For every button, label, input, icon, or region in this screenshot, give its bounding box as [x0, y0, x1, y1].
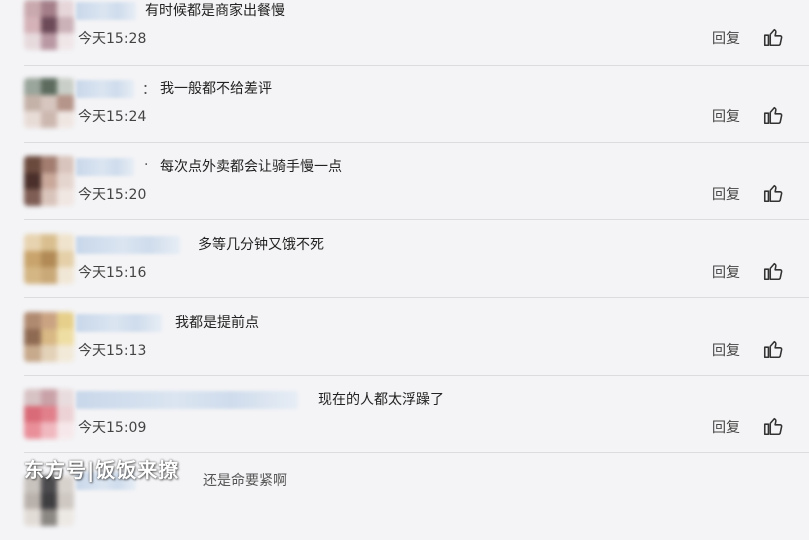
avatar[interactable]: [24, 234, 74, 284]
comment-time: 今天15:20: [78, 187, 147, 203]
comment-text: 现在的人都太浮躁了: [318, 392, 444, 408]
comment-text: 有时候都是商家出餐慢: [145, 3, 285, 19]
username[interactable]: [76, 391, 298, 409]
reply-button[interactable]: 回复: [712, 28, 740, 48]
username[interactable]: [76, 314, 162, 332]
thumbs-up-icon[interactable]: [762, 338, 784, 360]
divider: [24, 142, 809, 143]
divider: [24, 375, 809, 376]
comment-item: 多等几分钟又饿不死 今天15:16 回复: [0, 226, 809, 304]
comment-text: 每次点外卖都会让骑手慢一点: [160, 159, 342, 175]
thumbs-up-icon[interactable]: [762, 182, 784, 204]
divider: [24, 297, 809, 298]
thumbs-up-icon[interactable]: [762, 104, 784, 126]
avatar[interactable]: [24, 312, 74, 362]
username[interactable]: [76, 2, 136, 20]
reply-button[interactable]: 回复: [712, 184, 740, 204]
avatar[interactable]: [24, 0, 74, 50]
avatar[interactable]: [24, 78, 74, 128]
comment-time: 今天15:24: [78, 109, 147, 125]
thumbs-up-icon[interactable]: [762, 415, 784, 437]
comment-time: 今天15:16: [78, 265, 147, 281]
comment-item: 有时候都是商家出餐慢 今天15:28 回复: [0, 0, 809, 70]
thumbs-up-icon[interactable]: [762, 260, 784, 282]
comment-text: 我都是提前点: [175, 315, 259, 331]
comment-item: ： 我一般都不给差评 今天15:24 回复: [0, 70, 809, 148]
comment-time: 今天15:13: [78, 343, 147, 359]
reply-button[interactable]: 回复: [712, 262, 740, 282]
divider: [24, 65, 809, 66]
comment-time: 今天15:09: [78, 420, 147, 436]
divider: [24, 219, 809, 220]
username[interactable]: [76, 236, 180, 254]
comment-item: · 每次点外卖都会让骑手慢一点 今天15:20 回复: [0, 148, 809, 226]
reply-button[interactable]: 回复: [712, 106, 740, 126]
separator: ·: [144, 157, 149, 173]
avatar[interactable]: [24, 156, 74, 206]
thumbs-up-icon[interactable]: [762, 26, 784, 48]
divider: [24, 452, 809, 453]
comment-text: 我一般都不给差评: [160, 81, 272, 97]
reply-button[interactable]: 回复: [712, 417, 740, 437]
username[interactable]: [76, 158, 134, 176]
comment-item: 我都是提前点 今天15:13 回复: [0, 304, 809, 382]
avatar[interactable]: [24, 476, 74, 526]
comment-text: 还是命要紧啊: [203, 473, 287, 489]
comment-text: 多等几分钟又饿不死: [198, 237, 324, 253]
avatar[interactable]: [24, 389, 74, 439]
reply-button[interactable]: 回复: [712, 340, 740, 360]
separator: ：: [142, 82, 156, 98]
watermark: 东方号|饭饭来撩: [24, 458, 180, 482]
comment-time: 今天15:28: [78, 31, 147, 47]
username[interactable]: [76, 80, 134, 98]
comment-item: 现在的人都太浮躁了 今天15:09 回复: [0, 381, 809, 459]
